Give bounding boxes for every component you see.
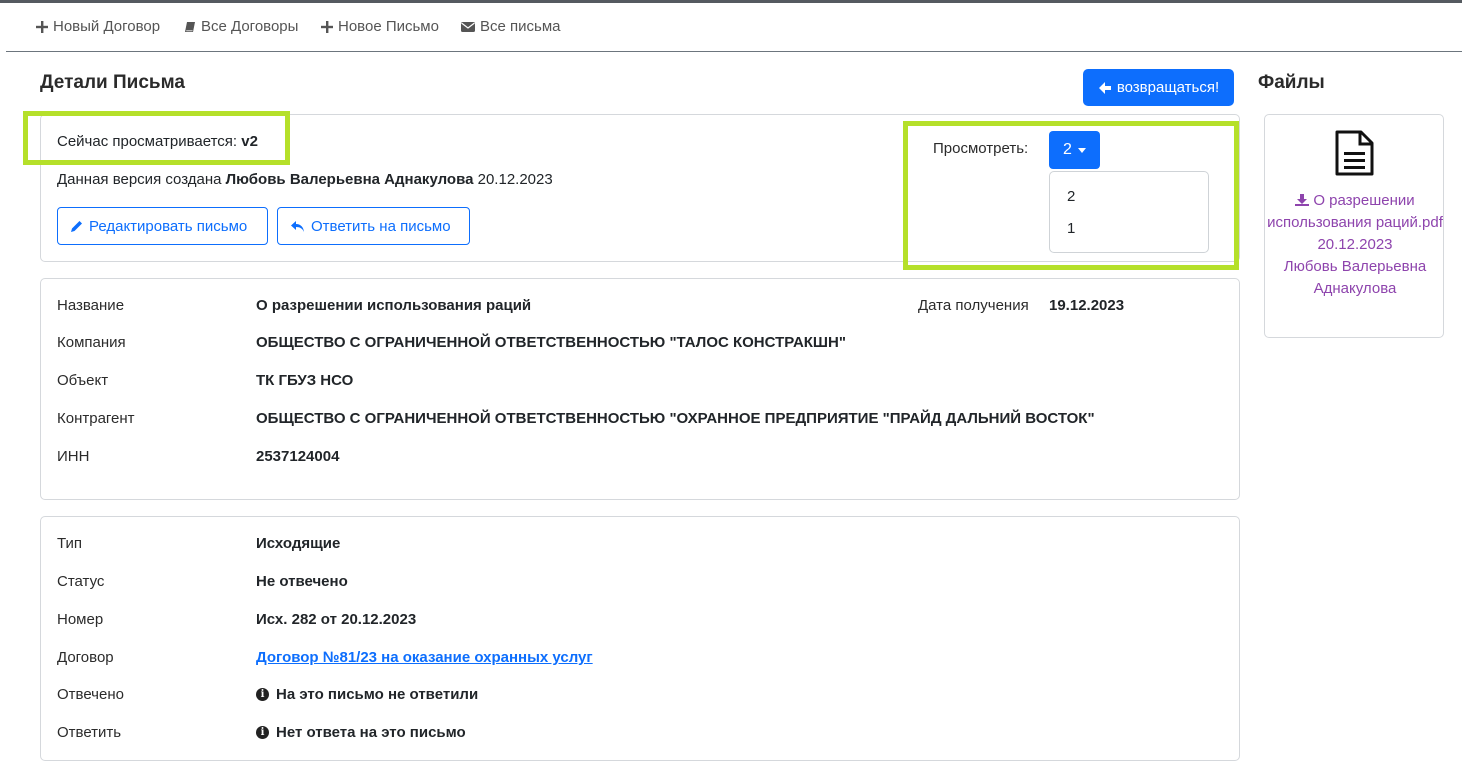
nav-all-letters-label: Все письма: [480, 18, 561, 35]
file-text-icon: [1335, 130, 1374, 176]
type-label: Тип: [57, 535, 83, 552]
file-date: 20.12.2023: [1317, 236, 1393, 253]
answered-value-text: На это письмо не ответили: [276, 686, 479, 703]
book-icon: [185, 21, 195, 32]
nav-new-contract-label: Новый Договор: [53, 18, 161, 35]
nav-all-letters[interactable]: Все письма: [461, 18, 561, 35]
contract-link[interactable]: Договор №81/23 на оказание охранных услу…: [256, 649, 593, 666]
answered-label: Отвечено: [57, 686, 124, 703]
number-label: Номер: [57, 611, 104, 628]
nav-new-letter-label: Новое Письмо: [338, 18, 439, 35]
number-value: Исх. 282 от 20.12.2023: [256, 611, 417, 628]
envelope-icon: [461, 21, 475, 32]
page-title: Детали Письма: [40, 72, 185, 93]
inn-value: 2537124004: [256, 448, 340, 465]
name-label: Название: [57, 297, 125, 314]
top-navbar: Новый Договор Все Договоры Новое Письмо …: [6, 3, 1462, 52]
file-name: О разрешении использования раций.pdf: [1267, 192, 1443, 231]
reply-letter-label: Ответить на письмо: [311, 217, 451, 235]
reply-icon: [291, 220, 304, 232]
file-card: О разрешении использования раций.pdf 20.…: [1264, 114, 1444, 338]
reply-label: Ответить: [57, 724, 122, 741]
info-icon: i: [256, 688, 269, 701]
file-download-link[interactable]: О разрешении использования раций.pdf 20.…: [1265, 190, 1445, 300]
files-title: Файлы: [1258, 72, 1325, 93]
meta-card: [40, 516, 1240, 761]
reply-value: i Нет ответа на это письмо: [256, 724, 466, 741]
edit-letter-label: Редактировать письмо: [89, 217, 248, 235]
reply-letter-button[interactable]: Ответить на письмо: [277, 207, 470, 245]
info-icon: i: [256, 726, 269, 739]
inn-label: ИНН: [57, 448, 90, 465]
created-by-date: 20.12.2023: [477, 171, 553, 188]
company-label: Компания: [57, 334, 126, 351]
company-value: ОБЩЕСТВО С ОГРАНИЧЕННОЙ ОТВЕТСТВЕННОСТЬЮ…: [256, 334, 846, 351]
status-label: Статус: [57, 573, 105, 590]
answered-value: i На это письмо не ответили: [256, 686, 478, 703]
file-author: Любовь Валерьевна Аднакулова: [1283, 258, 1427, 297]
pencil-icon: [71, 220, 82, 232]
created-by-prefix: Данная версия создана: [57, 171, 222, 188]
object-label: Объект: [57, 372, 109, 389]
contract-label: Договор: [57, 649, 114, 666]
status-value: Не отвечено: [256, 573, 348, 590]
counterparty-value: ОБЩЕСТВО С ОГРАНИЧЕННОЙ ОТВЕТСТВЕННОСТЬЮ…: [256, 410, 1095, 427]
type-value: Исходящие: [256, 535, 341, 552]
edit-letter-button[interactable]: Редактировать письмо: [57, 207, 268, 245]
highlight-current-version: [23, 111, 290, 165]
received-date-label: Дата получения: [918, 297, 1029, 314]
back-button-label: возвращаться!: [1116, 79, 1220, 96]
reply-value-text: Нет ответа на это письмо: [276, 724, 466, 741]
highlight-version-select: [903, 121, 1239, 270]
arrow-left-icon: [1098, 81, 1111, 94]
nav-all-contracts-label: Все Договоры: [201, 18, 299, 35]
nav-new-letter[interactable]: Новое Письмо: [321, 18, 439, 35]
created-by-author: Любовь Валерьевна Аднакулова: [225, 171, 474, 188]
created-by-line: Данная версия создана Любовь Валерьевна …: [57, 171, 553, 188]
nav-all-contracts[interactable]: Все Договоры: [184, 18, 298, 35]
plus-icon: [36, 20, 48, 33]
counterparty-label: Контрагент: [57, 410, 135, 427]
object-value: ТК ГБУЗ НСО: [256, 372, 354, 389]
plus-icon: [321, 20, 333, 33]
name-value: О разрешении использования раций: [256, 297, 532, 314]
received-date-value: 19.12.2023: [1049, 297, 1125, 314]
back-button[interactable]: возвращаться!: [1083, 69, 1234, 106]
nav-new-contract[interactable]: Новый Договор: [36, 18, 160, 35]
download-icon: [1295, 194, 1310, 206]
